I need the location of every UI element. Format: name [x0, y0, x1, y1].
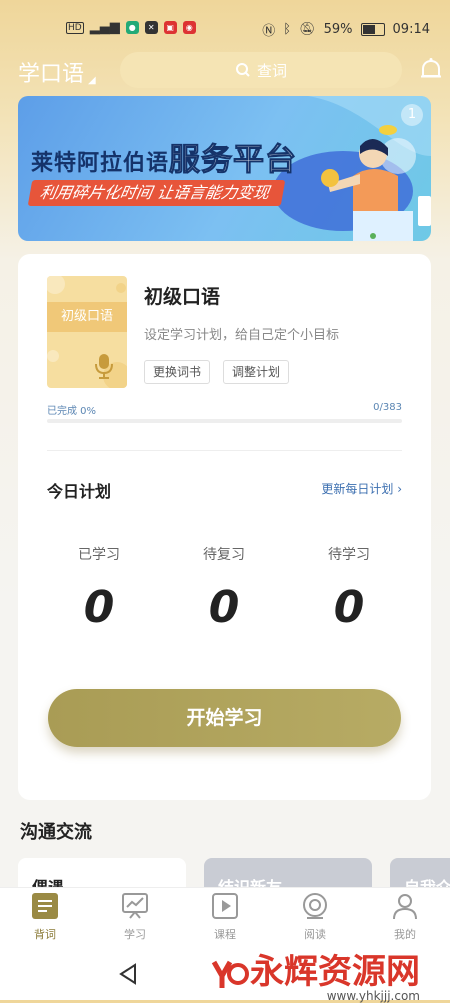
start-learning-button[interactable]: 开始学习: [48, 689, 401, 747]
update-daily-plan-link[interactable]: 更新每日计划 ›: [321, 480, 402, 497]
microphone-icon: [95, 354, 113, 379]
nfc-icon: Ⓝ: [262, 24, 276, 39]
cover-pattern: [47, 276, 127, 388]
book-cover[interactable]: 初级口语: [47, 276, 127, 388]
carrier-label: HD: [66, 21, 84, 34]
nav-label: 我的: [394, 928, 416, 941]
stat-to-learn: 待学习 0: [299, 544, 399, 633]
nav-tab-course[interactable]: 课程: [180, 892, 270, 942]
nav-tab-me[interactable]: 我的: [360, 892, 450, 942]
section-title: 沟通交流: [20, 822, 92, 843]
cover-label: 初级口语: [47, 302, 127, 332]
bell-icon[interactable]: [418, 57, 444, 83]
person-icon: [393, 894, 417, 920]
search-bar[interactable]: 查词: [120, 52, 402, 88]
nav-tab-vocab[interactable]: 背词: [0, 892, 90, 942]
status-right: Ⓝ ᛒ 🔕︎ 59% 09:14: [262, 20, 430, 39]
banner-title-big: 服务平台: [169, 142, 298, 179]
divider: [47, 450, 402, 451]
app-notify-icon: ●: [125, 21, 139, 34]
watermark-logo-icon: [210, 956, 250, 992]
play-icon: [212, 893, 238, 919]
bluetooth-icon: ᛒ: [283, 22, 292, 37]
book-description: 设定学习计划，给自己定个小目标: [144, 328, 340, 343]
update-link-label: 更新每日计划: [321, 482, 394, 496]
chevron-right-icon: ›: [397, 482, 402, 496]
app-notify-icon: ✕: [144, 21, 158, 34]
book-icon: [32, 893, 58, 919]
progress-label: 已完成 0%: [47, 406, 97, 417]
banner-page-indicator: 1: [401, 104, 423, 126]
stat-learned: 已学习 0: [49, 544, 149, 633]
search-placeholder: 查词: [256, 61, 287, 80]
signal-icon: ▂▄▆: [89, 20, 120, 35]
back-icon[interactable]: [118, 963, 138, 985]
status-left: HD ▂▄▆ ● ✕ ▣ ◉: [66, 20, 196, 35]
study-card: 初级口语 初级口语 设定学习计划，给自己定个小目标 更换词书 调整计划 已完成 …: [18, 254, 431, 800]
progress-count: 0/383: [373, 402, 402, 413]
search-icon: [235, 63, 250, 77]
app-notify-icon: ▣: [163, 21, 177, 34]
adjust-plan-button[interactable]: 调整计划: [223, 360, 290, 384]
mute-icon: 🔕︎: [299, 22, 316, 37]
language-selector[interactable]: 学口语 ◢: [18, 56, 96, 88]
promo-banner[interactable]: 莱特阿拉伯语服务平台 利用碎片化时间 让语言能力变现 1: [18, 96, 431, 241]
stat-value: 0: [333, 582, 365, 633]
bottom-nav: 背词 学习 课程 阅读 我的: [0, 887, 450, 950]
watermark-text: 永辉资源网: [250, 952, 420, 992]
stat-label: 已学习: [78, 547, 120, 563]
banner-title: 莱特阿拉伯语服务平台: [31, 134, 297, 179]
app-notify-icon: ◉: [182, 21, 196, 34]
stat-label: 待学习: [328, 547, 370, 563]
clock: 09:14: [392, 22, 430, 37]
brand-label: 学口语: [18, 62, 85, 87]
read-icon: [303, 893, 327, 919]
battery-icon: [360, 23, 385, 36]
watermark: 永辉资源网 www.yhkjjj.com: [210, 944, 420, 1003]
banner-subtitle: 利用碎片化时间 让语言能力变现: [27, 180, 286, 206]
change-book-button[interactable]: 更换词书: [144, 360, 211, 384]
battery-text: 59%: [323, 22, 353, 37]
nav-label: 学习: [124, 928, 146, 941]
stat-value: 0: [208, 582, 240, 633]
today-plan-title: 今日计划: [47, 482, 112, 501]
nav-label: 课程: [214, 928, 236, 941]
nav-label: 阅读: [304, 928, 326, 941]
dropdown-triangle-icon: ◢: [88, 75, 96, 86]
banner-title-main: 莱特阿拉伯语: [31, 151, 170, 176]
stat-value: 0: [83, 582, 115, 633]
progress-bar: [47, 419, 402, 423]
status-bar: HD ▂▄▆ ● ✕ ▣ ◉ Ⓝ ᛒ 🔕︎ 59% 09:14: [0, 0, 450, 54]
stat-label: 待复习: [203, 547, 245, 563]
book-title: 初级口语: [144, 286, 221, 308]
nav-tab-read[interactable]: 阅读: [270, 892, 360, 942]
chart-board-icon: [122, 893, 148, 919]
stat-to-review: 待复习 0: [174, 544, 274, 633]
nav-label: 背词: [34, 928, 56, 941]
nav-tab-study[interactable]: 学习: [90, 892, 180, 942]
